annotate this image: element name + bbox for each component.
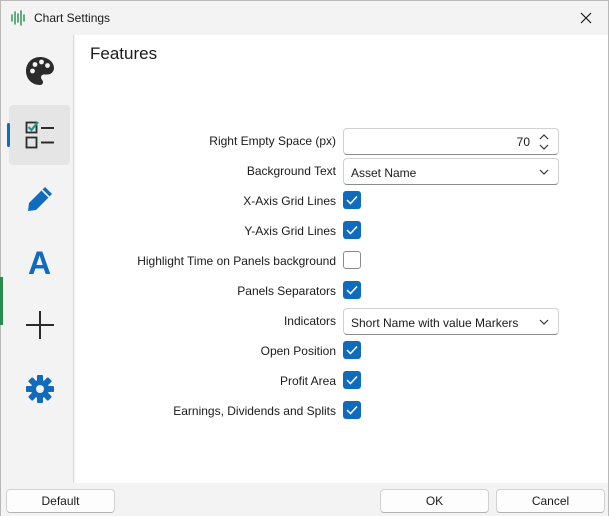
sidebar-item-colors[interactable]: [9, 41, 70, 101]
gear-icon: [25, 375, 54, 403]
highlight-time-label: Highlight Time on Panels background: [137, 254, 336, 268]
sidebar-item-features[interactable]: [7, 105, 70, 165]
profit-area-label: Profit Area: [279, 374, 336, 388]
checklist-icon: [25, 121, 54, 149]
default-button[interactable]: Default: [6, 489, 115, 513]
checkmark-icon: [346, 195, 358, 205]
window-title: Chart Settings: [34, 11, 111, 25]
checkmark-icon: [346, 375, 358, 385]
sidebar-item-drawing[interactable]: [9, 169, 70, 229]
checkmark-icon: [346, 225, 358, 235]
crosshair-icon: [25, 311, 54, 339]
right-empty-space-spinbox[interactable]: 70: [343, 128, 559, 155]
chevron-down-icon: [539, 169, 549, 175]
indicators-value: Short Name with value Markers: [351, 316, 519, 330]
close-button[interactable]: [567, 4, 605, 32]
background-text-value: Asset Name: [351, 166, 417, 180]
spin-arrows-icon[interactable]: [538, 132, 550, 152]
sidebar-item-general-settings[interactable]: [9, 359, 70, 419]
right-empty-space-value[interactable]: 70: [517, 135, 530, 149]
cancel-button[interactable]: Cancel: [496, 489, 605, 513]
sidebar-item-crosshair[interactable]: [9, 295, 70, 355]
background-text-dropdown[interactable]: Asset Name: [343, 158, 559, 185]
open-position-label: Open Position: [260, 344, 336, 358]
font-a-icon: A: [27, 245, 52, 281]
highlight-time-checkbox[interactable]: [343, 251, 361, 269]
dialog-footer: Default OK Cancel: [1, 483, 608, 516]
profit-area-checkbox[interactable]: [343, 371, 361, 389]
checkmark-icon: [346, 405, 358, 415]
panels-separators-checkbox[interactable]: [343, 281, 361, 299]
active-nav-indicator: [7, 123, 10, 147]
window-edge-accent: [0, 277, 3, 325]
indicators-label: Indicators: [283, 314, 336, 328]
checkmark-icon: [346, 345, 358, 355]
chevron-down-icon: [539, 319, 549, 325]
earnings-dividends-splits-label: Earnings, Dividends and Splits: [173, 404, 336, 418]
earnings-dividends-splits-checkbox[interactable]: [343, 401, 361, 419]
open-position-checkbox[interactable]: [343, 341, 361, 359]
palette-icon: [25, 57, 54, 85]
features-panel: Features Right Empty Space (px) 70 Backg…: [75, 35, 608, 483]
x-axis-grid-label: X-Axis Grid Lines: [243, 194, 336, 208]
title-bar: Chart Settings: [1, 1, 608, 35]
chart-settings-window: Chart Settings A Features Right Empty Sp…: [0, 0, 609, 516]
sidebar-item-fonts[interactable]: A: [9, 233, 70, 293]
x-axis-grid-checkbox[interactable]: [343, 191, 361, 209]
background-text-label: Background Text: [246, 164, 336, 178]
checkmark-icon: [346, 285, 358, 295]
page-title: Features: [90, 44, 158, 63]
ok-button[interactable]: OK: [380, 489, 489, 513]
app-waveform-icon: [10, 10, 26, 26]
panels-separators-label: Panels Separators: [237, 284, 336, 298]
indicators-dropdown[interactable]: Short Name with value Markers: [343, 308, 559, 335]
settings-sidebar: A: [0, 35, 74, 483]
right-empty-space-label: Right Empty Space (px): [209, 134, 336, 148]
pencil-icon: [27, 187, 52, 211]
close-icon: [580, 12, 592, 24]
y-axis-grid-checkbox[interactable]: [343, 221, 361, 239]
y-axis-grid-label: Y-Axis Grid Lines: [244, 224, 336, 238]
